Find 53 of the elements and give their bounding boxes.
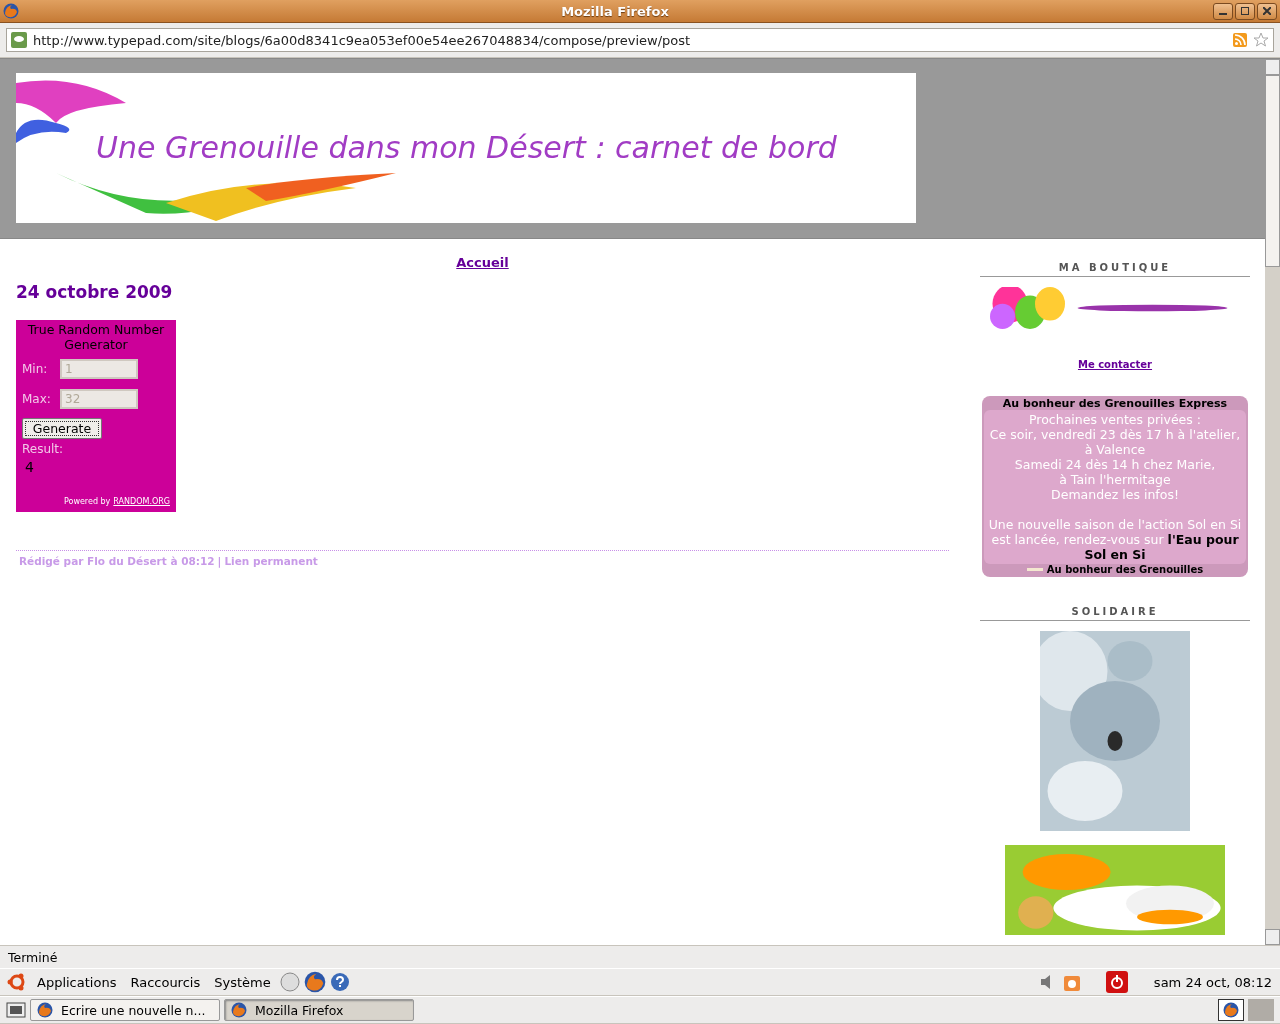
close-button[interactable]	[1257, 2, 1277, 20]
express-text: Demandez les infos!	[1051, 487, 1179, 502]
express-text: Ce soir, vendredi 23 dès 17 h à l'atelier,	[989, 427, 1241, 442]
result-label: Result:	[22, 442, 65, 456]
status-text: Terminé	[8, 949, 58, 965]
result-value: 4	[25, 459, 35, 475]
express-news: Une nouvelle saison de l'action Sol en Si est lancée, rendez-vous sur l'Eau pour Sol en Si	[987, 517, 1243, 562]
browser-icon	[3, 3, 19, 19]
panel-menu[interactable]: Système	[209, 974, 276, 990]
contact-link[interactable]: Me contacter	[1077, 359, 1153, 370]
separator: |	[217, 555, 222, 567]
minimize-button[interactable]	[1213, 2, 1233, 20]
blog-title: Une Grenouille dans mon Désert : carnet de bord	[96, 129, 837, 165]
panel-menu[interactable]: Applications	[32, 974, 122, 990]
max-label: Max:	[22, 392, 52, 406]
address-field[interactable]: http://www.typepad.com/site/blogs/6a00d8341c9ea053ef00e54ee267048834/compose/preview/post	[6, 28, 1274, 52]
sidebar-heading: MA BOUTIQUE	[980, 255, 1250, 277]
widget-title: True Random Number Generator	[26, 322, 166, 352]
powered-by-text: Powered by	[63, 497, 111, 506]
express-title: Au bonheur des Grenouilles Express	[1002, 397, 1228, 410]
express-text: à Valence	[1084, 442, 1146, 457]
express-text: à Tain l'hermitage	[1059, 472, 1171, 487]
close-icon	[1263, 7, 1271, 15]
rss-icon[interactable]	[1233, 33, 1247, 47]
generate-button[interactable]: Generate	[22, 418, 102, 439]
sidebar-heading: SOLIDAIRE	[980, 599, 1250, 621]
express-footer: Au bonheur des Grenouilles	[1046, 564, 1204, 575]
scrollbar[interactable]	[1265, 59, 1280, 945]
post-date: 24 octobre 2009	[16, 282, 174, 302]
random-org-link[interactable]: RANDOM.ORG	[113, 497, 170, 506]
taskbar-button[interactable]: Mozilla Firefox	[224, 999, 414, 1021]
show-desktop-icon[interactable]	[6, 1001, 26, 1019]
express-text: Samedi 24 dès 14 h chez Marie,	[1014, 457, 1216, 472]
maximize-icon	[1241, 7, 1249, 15]
maximize-button[interactable]	[1235, 2, 1255, 20]
express-text: Prochaines ventes privées :	[1029, 412, 1201, 427]
workspace-switcher[interactable]	[1218, 999, 1244, 1021]
site-icon	[11, 32, 27, 48]
browser-icon	[303, 971, 326, 993]
workspace-switcher[interactable]	[1248, 999, 1274, 1021]
taskbar-button[interactable]: Ecrire une nouvelle n...	[30, 999, 220, 1021]
star-icon[interactable]	[1253, 32, 1269, 48]
help-icon[interactable]	[329, 972, 350, 992]
browser-icon	[37, 1002, 53, 1018]
panel-clock[interactable]: sam 24 oct, 08:12	[1153, 974, 1272, 990]
browser-icon	[1223, 1002, 1239, 1018]
post-byline: Rédigé par Flo du Désert à 08:12	[19, 555, 215, 567]
browser-icon	[231, 1002, 247, 1018]
power-icon[interactable]	[1105, 971, 1128, 993]
panel-menu[interactable]: Raccourcis	[125, 974, 206, 990]
min-label: Min:	[22, 362, 49, 376]
window-title: Mozilla Firefox	[560, 3, 670, 19]
home-link[interactable]: Accueil	[456, 255, 509, 270]
